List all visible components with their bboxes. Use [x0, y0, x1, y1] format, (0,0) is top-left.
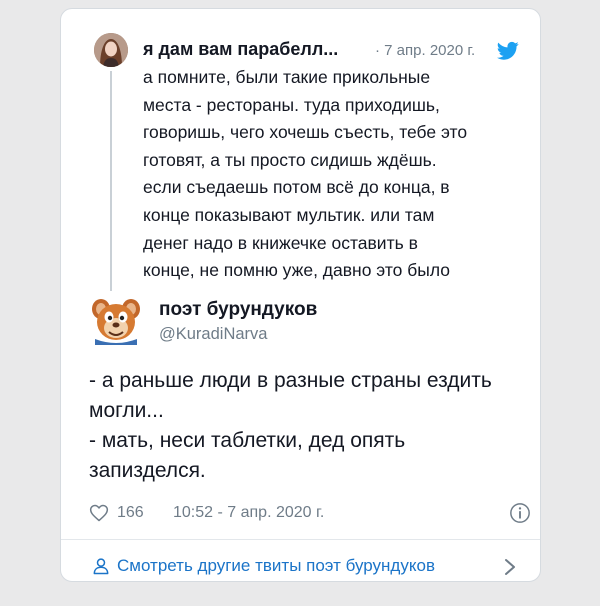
quoted-line: а помните, были такие прикольные: [143, 67, 431, 87]
quoted-date[interactable]: · 7 апр. 2020 г.: [375, 42, 475, 59]
quoted-line: говоришь, чего хочешь съесть, тебе это: [143, 122, 468, 143]
tweet-line: могли...: [89, 399, 164, 422]
info-icon[interactable]: [509, 502, 531, 524]
tweet-line: запизделся.: [89, 459, 206, 482]
tweet-line: - мать, неси таблетки, дед опять: [89, 429, 406, 452]
footer-divider: [61, 539, 540, 540]
quoted-line: места - рестораны. туда приходишь,: [143, 94, 440, 115]
tweet-timestamp[interactable]: 10:52 - 7 апр. 2020 г.: [173, 504, 324, 522]
person-icon: [93, 558, 109, 575]
tweet-text: - а раньше люди в разные страны ездить м…: [89, 366, 529, 486]
twitter-bird-icon: [497, 41, 519, 60]
tweet-card: я дам вам парабелл... · 7 апр. 2020 г. а…: [60, 8, 541, 582]
quoted-tweet-text: а помните, были такие прикольные места -…: [143, 64, 523, 285]
author-name[interactable]: поэт бурундуков: [159, 299, 317, 321]
quoted-line: конце показывают мультик. или там: [143, 204, 435, 225]
like-count[interactable]: 166: [117, 504, 144, 522]
author-handle[interactable]: @KuradiNarva: [159, 325, 267, 344]
thread-connector-line: [110, 71, 112, 291]
author-avatar[interactable]: [89, 295, 143, 345]
heart-icon[interactable]: [89, 503, 109, 523]
quoted-line: готовят, а ты просто сидишь ждёшь.: [143, 149, 437, 170]
more-tweets-label[interactable]: Смотреть другие твиты поэт бурундуков: [117, 556, 435, 576]
quoted-author-name[interactable]: я дам вам парабелл...: [143, 39, 338, 60]
tweet-meta: 166 10:52 - 7 апр. 2020 г.: [89, 501, 531, 527]
chevron-right-icon: [505, 559, 515, 575]
quoted-line: если съедаешь потом всё до конца, в: [143, 177, 450, 198]
quoted-author-avatar[interactable]: [94, 33, 128, 67]
more-tweets-link[interactable]: Смотреть другие твиты поэт бурундуков: [91, 554, 521, 580]
quoted-line: денег надо в книжечке оставить в: [143, 232, 418, 253]
quoted-line: конце, не помню уже, давно это было: [143, 260, 450, 281]
tweet-line: - а раньше люди в разные страны ездить: [89, 369, 492, 392]
